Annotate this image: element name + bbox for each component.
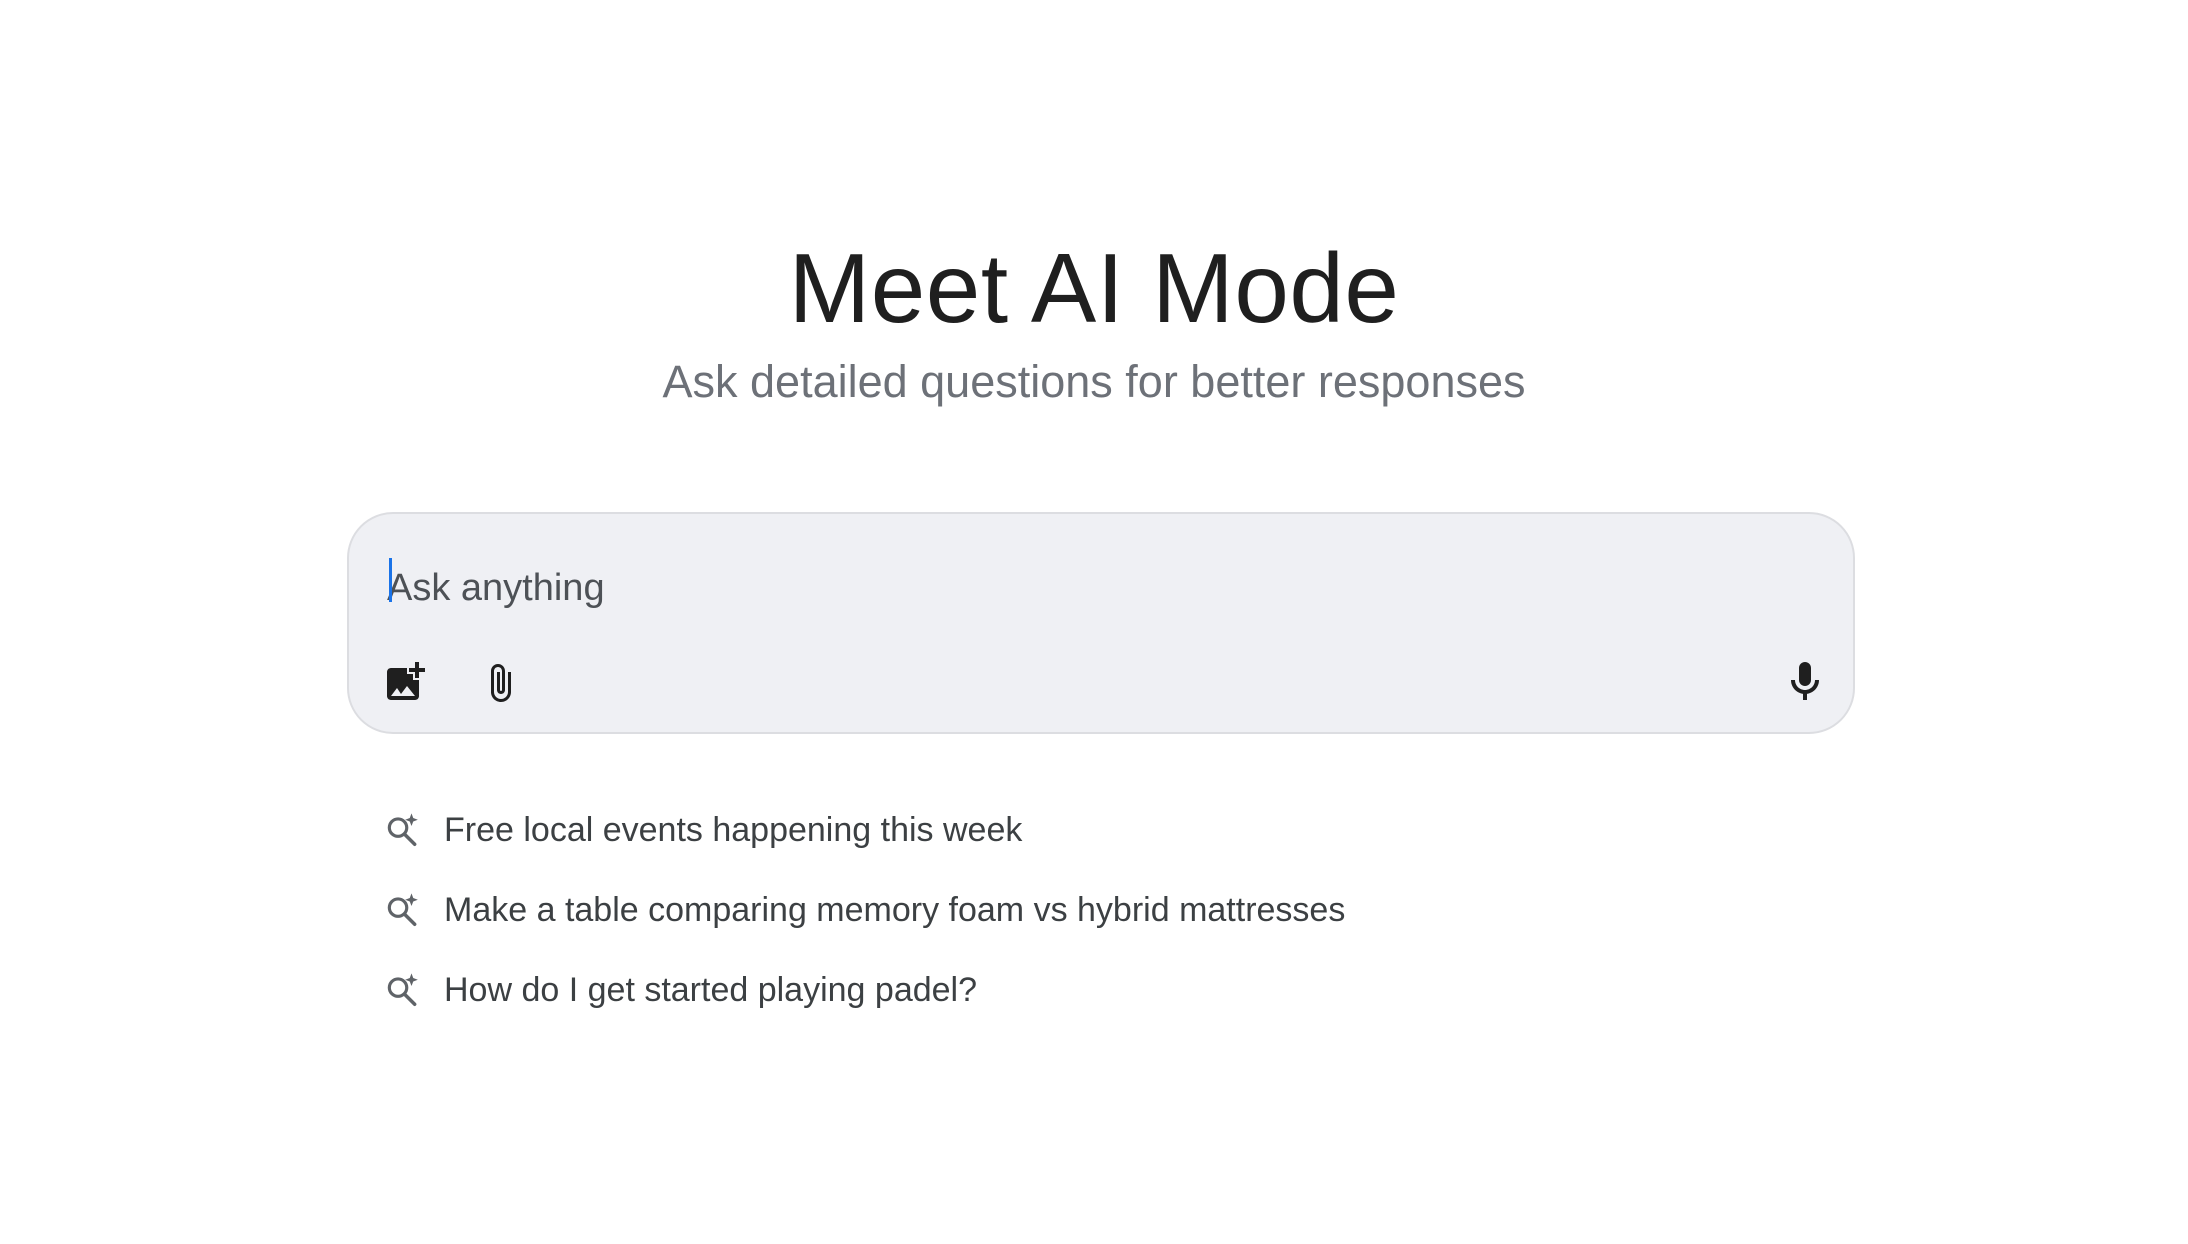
suggestion-text: Free local events happening this week [444, 811, 1023, 849]
sparkle-search-icon [382, 890, 422, 930]
page-subtitle: Ask detailed questions for better respon… [662, 356, 1526, 407]
attach-file-button[interactable] [469, 650, 533, 714]
page-title: Meet AI Mode [788, 233, 1400, 343]
suggestion-list: Free local events happening this week Ma… [382, 790, 1822, 1030]
paperclip-icon [477, 658, 525, 706]
suggestion-item[interactable]: How do I get started playing padel? [382, 950, 1822, 1030]
sparkle-search-icon [382, 970, 422, 1010]
search-box [347, 512, 1855, 734]
search-input[interactable] [387, 552, 1767, 624]
suggestion-text: Make a table comparing memory foam vs hy… [444, 891, 1346, 929]
sparkle-search-icon [382, 810, 422, 850]
upload-image-button[interactable] [373, 650, 437, 714]
suggestion-item[interactable]: Make a table comparing memory foam vs hy… [382, 870, 1822, 950]
text-caret [389, 558, 392, 602]
ai-mode-page: Meet AI Mode Ask detailed questions for … [0, 0, 2188, 1244]
microphone-icon [1781, 658, 1829, 706]
voice-search-button[interactable] [1773, 650, 1837, 714]
add-image-icon [381, 658, 429, 706]
suggestion-text: How do I get started playing padel? [444, 971, 978, 1009]
suggestion-item[interactable]: Free local events happening this week [382, 790, 1822, 870]
